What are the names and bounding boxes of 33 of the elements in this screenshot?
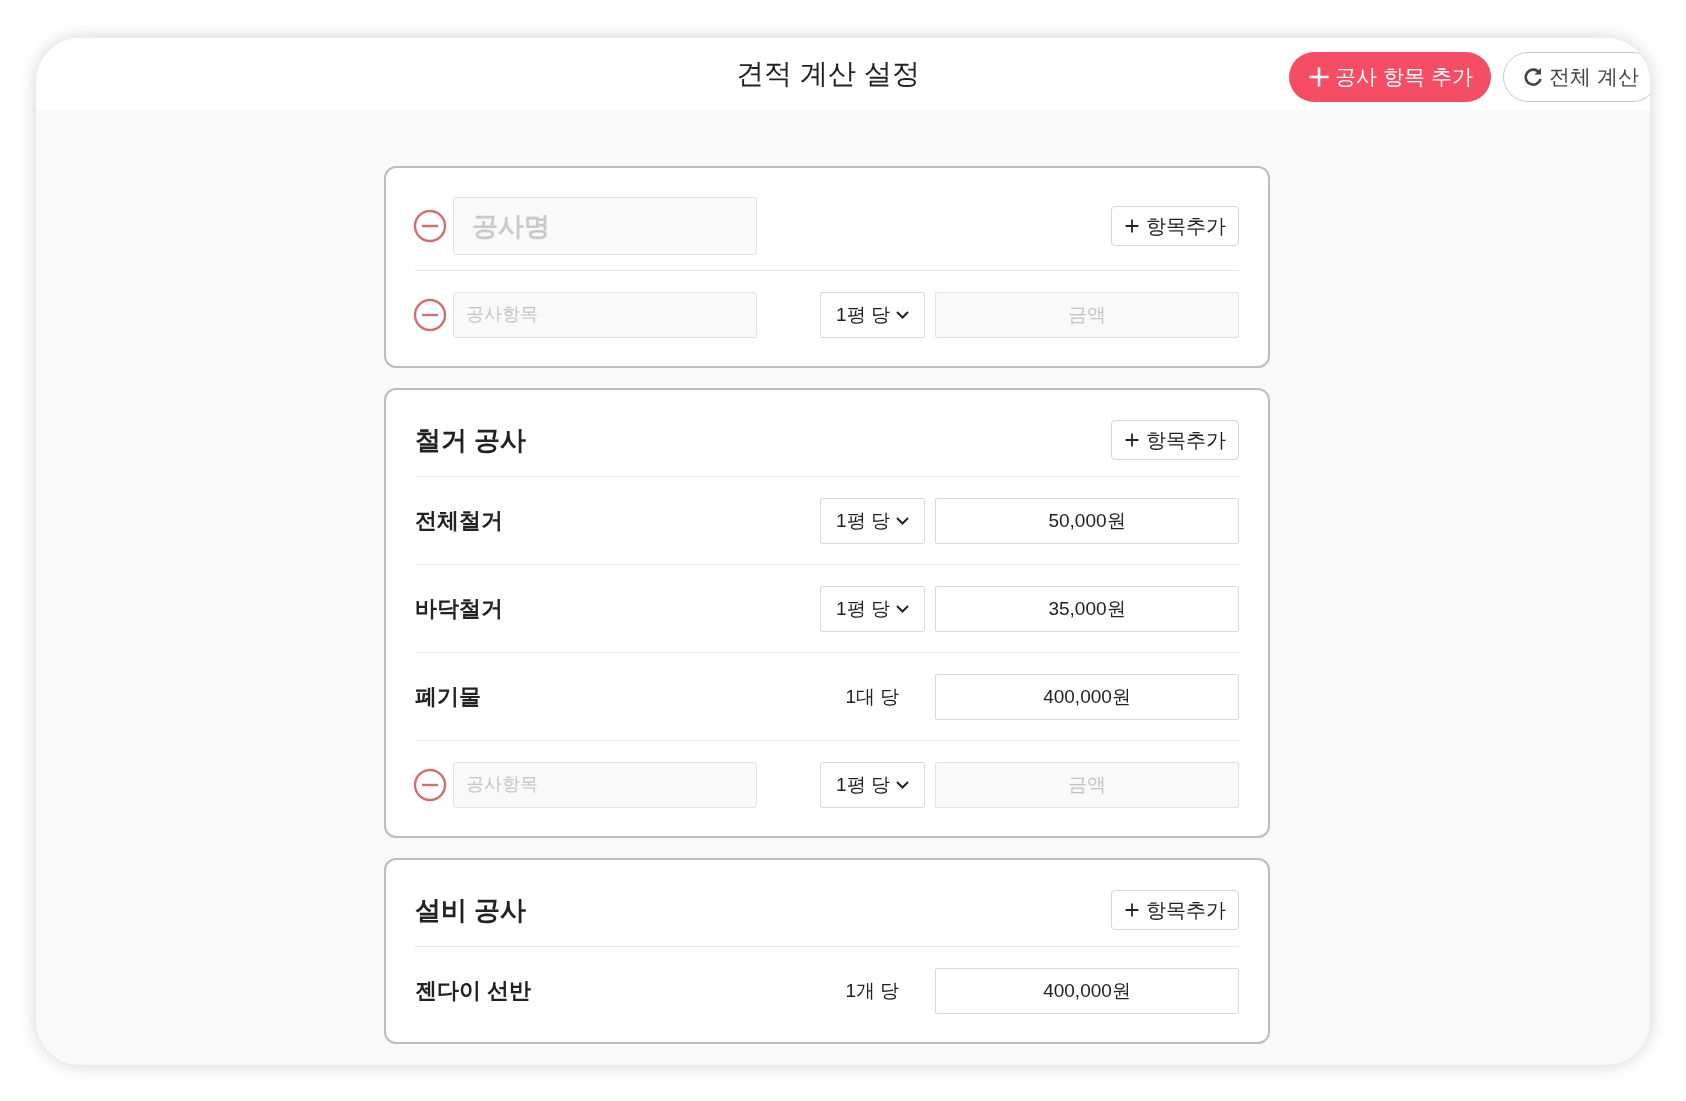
plus-icon [1124, 432, 1140, 448]
chevron-down-icon [895, 604, 909, 613]
item-name: 바닥철거 [415, 594, 503, 623]
unit-dropdown[interactable]: 1평 당 [820, 585, 925, 632]
chevron-down-icon [895, 516, 909, 525]
unit-label: 1대 당 [844, 684, 901, 709]
recalculate-button[interactable]: 전체 계산 [1502, 52, 1650, 102]
unit-dropdown[interactable]: 1평 당 [820, 497, 925, 544]
amount-field[interactable]: 50,000원 [935, 497, 1239, 544]
unit-dropdown[interactable]: 1평 당 [820, 761, 925, 808]
item-name: 폐기물 [415, 682, 481, 711]
section-title: 철거 공사 [415, 423, 527, 457]
add-item-button[interactable]: 항목추가 [1111, 206, 1239, 246]
section-title: 설비 공사 [415, 893, 527, 927]
chevron-down-icon [895, 780, 909, 789]
plus-icon [1307, 65, 1331, 89]
amount-field[interactable]: 35,000원 [935, 585, 1239, 632]
window-title: 견적 계산 설정 [736, 57, 920, 91]
refresh-icon [1521, 66, 1544, 88]
unit-dropdown[interactable]: 1평 당 [820, 291, 925, 338]
add-item-button[interactable]: 항목추가 [1111, 420, 1239, 460]
item-name: 전체철거 [415, 506, 503, 535]
add-item-button[interactable]: 항목추가 [1111, 890, 1239, 930]
amount-field[interactable]: 400,000원 [935, 673, 1239, 720]
chevron-down-icon [895, 310, 909, 319]
unit-label: 1개 당 [844, 978, 901, 1003]
item-name: 젠다이 선반 [415, 976, 532, 1005]
plus-icon [1124, 902, 1140, 918]
plus-icon [1124, 218, 1140, 234]
remove-button[interactable] [413, 297, 447, 332]
remove-button[interactable] [413, 767, 447, 802]
amount-field[interactable]: 400,000원 [935, 967, 1239, 1014]
remove-button[interactable] [413, 209, 447, 243]
